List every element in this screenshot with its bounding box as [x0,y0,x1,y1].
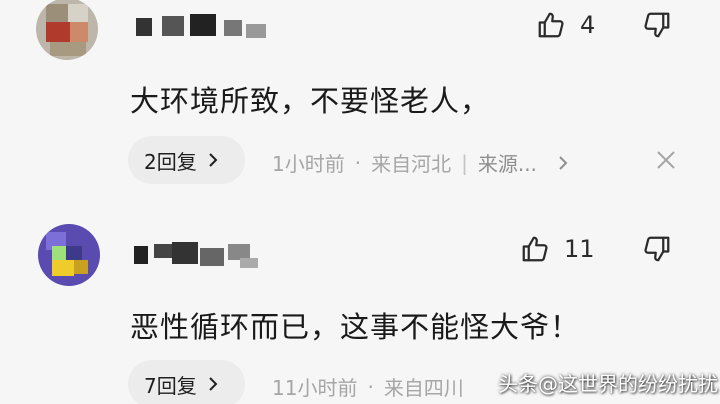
like-button[interactable]: 4 [536,10,595,40]
meta-dot: · [354,150,362,175]
comment-meta: 1小时前 · 来自河北 | 来源... [272,148,569,177]
chevron-right-icon [209,377,218,391]
dislike-button[interactable] [642,234,672,268]
avatar[interactable] [38,224,100,286]
replies-label: 2回复 [144,149,197,174]
source-link[interactable]: 来源... [478,148,537,177]
like-count: 11 [564,235,595,263]
location: 来自河北 [371,152,452,176]
meta-divider: | [461,150,468,175]
thumbs-down-icon [644,12,670,38]
meta-dot: · [367,374,374,399]
comment-item: 4 大环境所致，不要怪老人， 2回复 1小时前 · 来自河北 | 来源... [0,0,720,212]
like-button[interactable]: 11 [520,234,595,264]
comment-meta: 11小时前 · 来自四川 [272,372,464,401]
close-icon[interactable] [655,149,677,171]
thumbs-up-icon [522,236,548,262]
comment-text: 大环境所致，不要怪老人， [130,84,491,118]
chevron-right-icon [209,153,218,167]
avatar[interactable] [36,0,98,60]
comment-text: 恶性循环而已，这事不能怪大爷！ [130,310,581,344]
like-count: 4 [580,11,596,39]
replies-button[interactable]: 7回复 [128,360,245,404]
username-blurred[interactable] [132,12,272,38]
thumbs-down-icon [644,236,670,262]
location: 来自四川 [383,376,464,400]
dislike-button[interactable] [642,10,672,44]
timestamp: 1小时前 [272,152,345,176]
replies-button[interactable]: 2回复 [128,136,245,184]
chevron-right-icon[interactable] [557,155,569,171]
replies-label: 7回复 [144,373,197,398]
watermark: 头条@这世界的纷纷扰扰 [498,372,718,396]
username-blurred[interactable] [132,240,262,268]
thumbs-up-icon [538,12,564,38]
timestamp: 11小时前 [272,376,358,400]
